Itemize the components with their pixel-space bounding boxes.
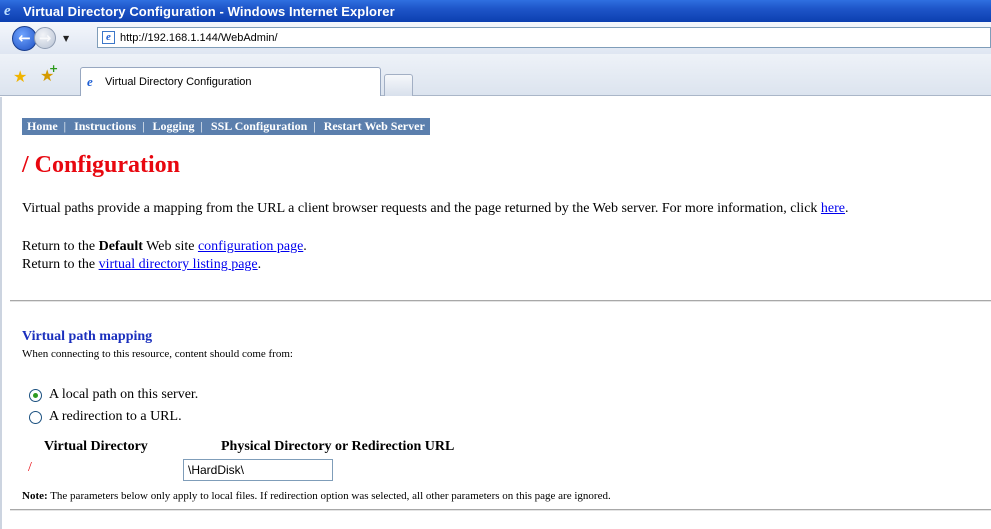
section-subtitle: When connecting to this resource, conten… (22, 348, 293, 360)
option-redirection[interactable]: A redirection to a URL. (29, 409, 182, 425)
window-title: Virtual Directory Configuration - Window… (23, 3, 395, 19)
redirection-radio[interactable] (29, 410, 42, 424)
back-arrow-icon: ← (18, 29, 31, 47)
forward-button[interactable]: → (34, 27, 56, 49)
admin-nav-bar: Home | Instructions | Logging | SSL Conf… (22, 118, 430, 135)
intro-body: Virtual paths provide a mapping from the… (22, 201, 821, 216)
note-text: Note: The parameters below only apply to… (22, 490, 611, 502)
page-icon: e (102, 31, 115, 44)
return1-end: . (303, 239, 307, 254)
return1-prefix: Return to the (22, 239, 99, 254)
return-listing: Return to the virtual directory listing … (22, 257, 261, 273)
local-path-label: A local path on this server. (49, 387, 199, 402)
nav-restart-web-server[interactable]: Restart Web Server (324, 119, 425, 134)
page-title: / Configuration (22, 152, 181, 178)
virtual-directory-header: Virtual Directory (44, 439, 148, 454)
tab-bar: ★ ★ e Virtual Directory Configuration (0, 54, 991, 96)
favorites-star-icon[interactable]: ★ (13, 67, 27, 86)
new-tab-button[interactable] (384, 74, 413, 96)
add-favorites-icon[interactable]: ★ (40, 62, 59, 85)
window-title-bar[interactable]: e Virtual Directory Configuration - Wind… (0, 0, 991, 22)
intro-text: Virtual paths provide a mapping from the… (22, 201, 849, 217)
local-path-radio[interactable] (29, 388, 42, 402)
return-default-site: Return to the Default Web site configura… (22, 239, 307, 255)
option-local-path[interactable]: A local path on this server. (29, 387, 198, 403)
tab-virtual-directory-configuration[interactable]: e Virtual Directory Configuration (80, 67, 381, 96)
return2-end: . (257, 257, 262, 272)
here-link[interactable]: here (821, 201, 845, 216)
intro-end: . (845, 201, 849, 216)
return1-bold: Default (98, 239, 143, 254)
nav-logging[interactable]: Logging (152, 119, 194, 134)
nav-ssl-configuration[interactable]: SSL Configuration (211, 119, 307, 134)
nav-separator: | (142, 119, 145, 133)
navigation-bar: ← → ▼ e http://192.168.1.144/WebAdmin/ (0, 22, 991, 54)
nav-instructions[interactable]: Instructions (74, 119, 136, 134)
redirection-label: A redirection to a URL. (49, 409, 182, 424)
address-bar[interactable]: e http://192.168.1.144/WebAdmin/ (97, 27, 991, 48)
divider (10, 509, 991, 511)
recent-pages-dropdown-icon[interactable]: ▼ (63, 34, 69, 43)
return2-prefix: Return to the (22, 257, 99, 272)
nav-separator: | (200, 119, 203, 133)
ie-logo-icon: e (4, 3, 11, 19)
virtual-directory-listing-link[interactable]: virtual directory listing page (99, 257, 258, 272)
physical-path-input[interactable]: \HardDisk\ (183, 459, 333, 481)
forward-arrow-icon: → (38, 29, 52, 47)
tab-label: Virtual Directory Configuration (105, 76, 252, 88)
note-body: The parameters below only apply to local… (47, 490, 611, 502)
virtual-directory-value: / (28, 460, 32, 475)
note-label: Note: (22, 490, 48, 502)
nav-home[interactable]: Home (27, 119, 58, 134)
physical-directory-header: Physical Directory or Redirection URL (221, 439, 455, 454)
configuration-page-link[interactable]: configuration page (198, 239, 303, 254)
return1-mid: Web site (142, 239, 198, 254)
section-title: Virtual path mapping (22, 329, 153, 344)
nav-separator: | (313, 119, 316, 133)
page-content: Home | Instructions | Logging | SSL Conf… (0, 97, 991, 529)
nav-separator: | (63, 119, 67, 133)
divider (10, 300, 991, 302)
address-url[interactable]: http://192.168.1.144/WebAdmin/ (120, 32, 278, 44)
tab-ie-icon: e (87, 74, 93, 89)
